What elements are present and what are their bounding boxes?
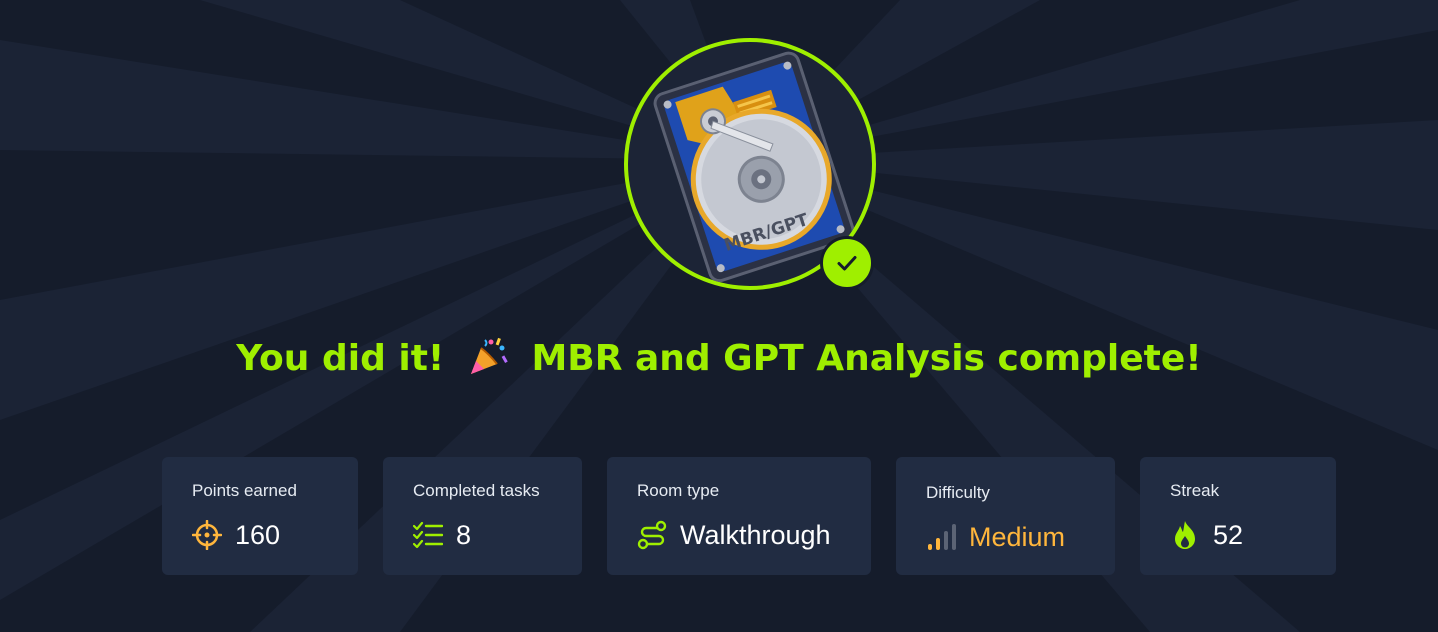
difficulty-card: Difficulty Medium (896, 457, 1115, 575)
headline-prefix: You did it! (236, 338, 445, 379)
completed-tasks-card: Completed tasks 8 (383, 457, 582, 575)
completed-tasks-value: 8 (456, 519, 472, 550)
points-earned-card: Points earned 160 (162, 457, 358, 575)
completed-tasks-label: Completed tasks (413, 481, 540, 500)
route-icon (637, 520, 667, 550)
points-earned-value: 160 (235, 519, 281, 550)
room-type-label: Room type (637, 481, 720, 500)
room-type-value: Walkthrough (680, 519, 831, 550)
streak-value: 52 (1213, 519, 1244, 550)
streak-card: Streak 52 (1140, 457, 1336, 575)
difficulty-value: Medium (969, 521, 1066, 552)
difficulty-label: Difficulty (926, 483, 990, 502)
checklist-icon (413, 521, 443, 549)
streak-label: Streak (1170, 481, 1220, 500)
room-type-card: Room type Walkthrough (607, 457, 871, 575)
headline-suffix: MBR and GPT Analysis complete! (531, 338, 1202, 379)
completion-headline: You did it! MBR and GPT Analysis complet… (0, 337, 1438, 380)
points-earned-label: Points earned (192, 481, 297, 500)
party-popper-icon (470, 337, 508, 374)
flame-icon (1175, 521, 1195, 549)
completed-check-icon (820, 236, 874, 290)
crosshair-icon (192, 520, 222, 550)
room-badge: MBR/GPT (624, 38, 876, 290)
signal-bars-icon (928, 524, 956, 550)
